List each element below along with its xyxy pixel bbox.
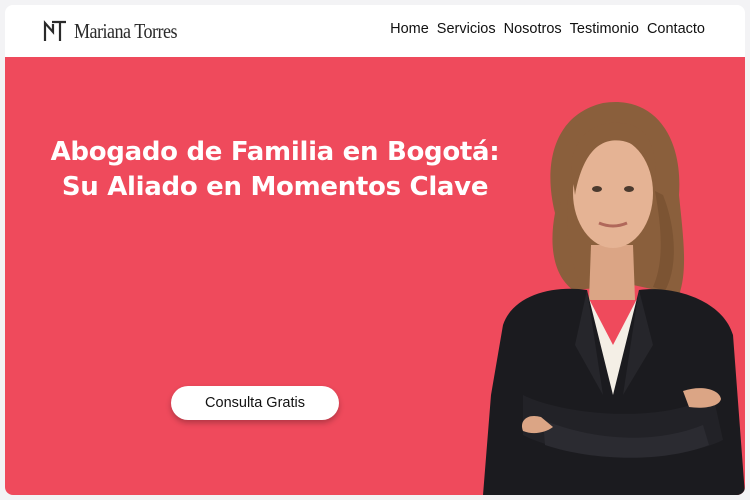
nav-servicios[interactable]: Servicios	[437, 21, 496, 37]
nav-home[interactable]: Home	[390, 21, 429, 37]
brand-name: Mariana Torres	[74, 18, 178, 43]
nav-contacto[interactable]: Contacto	[647, 21, 705, 37]
headline-line-2: Su Aliado en Momentos Clave	[61, 172, 489, 202]
consulta-gratis-button[interactable]: Consulta Gratis	[171, 386, 339, 420]
site-header: Mariana Torres Home Servicios Nosotros T…	[5, 5, 745, 57]
lawyer-portrait-image	[483, 95, 745, 495]
hero-headline: Abogado de Familia en Bogotá: Su Aliado …	[35, 135, 515, 205]
mt-monogram-icon	[43, 20, 67, 42]
page: Mariana Torres Home Servicios Nosotros T…	[0, 0, 750, 500]
main-nav: Home Servicios Nosotros Testimonio Conta…	[390, 21, 705, 37]
logo[interactable]: Mariana Torres	[43, 16, 194, 46]
nav-testimonio[interactable]: Testimonio	[570, 21, 639, 37]
headline-line-1: Abogado de Familia en Bogotá:	[50, 137, 500, 167]
nav-nosotros[interactable]: Nosotros	[504, 21, 562, 37]
hero-section: Abogado de Familia en Bogotá: Su Aliado …	[5, 57, 745, 495]
